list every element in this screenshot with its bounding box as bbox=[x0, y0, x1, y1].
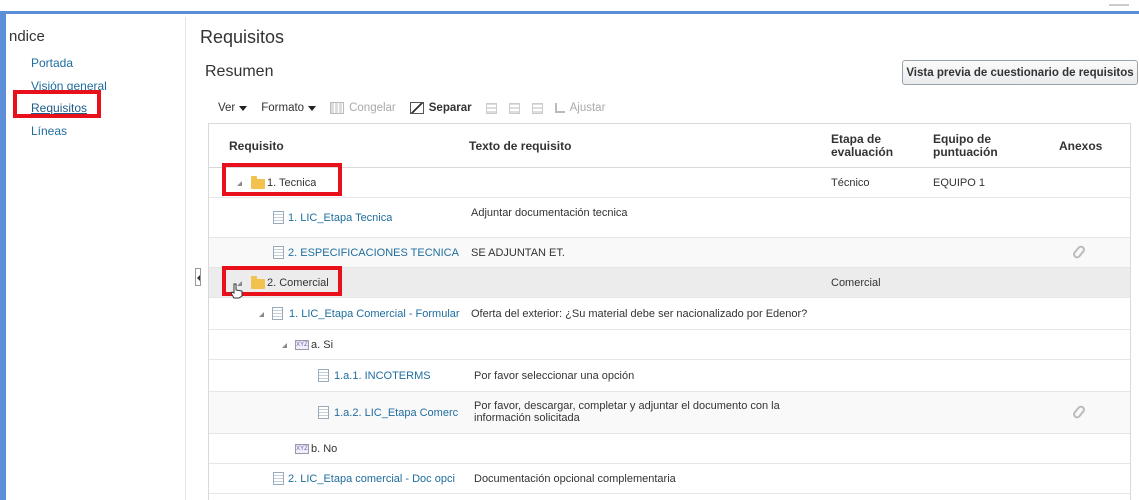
table-row[interactable]: XYZ a. Si bbox=[209, 330, 1130, 360]
index-title: ndice bbox=[9, 28, 45, 45]
row-texto-line2: información solicitada bbox=[474, 412, 580, 424]
sidebar-item-lineas[interactable]: Líneas bbox=[31, 124, 67, 138]
row-etapa: Comercial bbox=[831, 277, 881, 289]
chevron-down-icon bbox=[239, 105, 248, 111]
table-row[interactable]: 2. LIC_Etapa comercial - Doc opci Docume… bbox=[209, 464, 1130, 494]
option-xyz-icon: XYZ bbox=[295, 340, 309, 350]
chevron-down-icon bbox=[308, 105, 317, 111]
view-menu-label: Ver bbox=[218, 102, 236, 114]
collapse-triangle-icon[interactable] bbox=[282, 343, 287, 348]
row-requisito: a. Si bbox=[311, 339, 334, 351]
header-equipo-line2: puntuación bbox=[933, 145, 998, 159]
paperclip-icon[interactable] bbox=[1071, 404, 1087, 420]
document-icon bbox=[318, 406, 329, 419]
freeze-icon bbox=[330, 102, 345, 114]
collapse-triangle-icon[interactable] bbox=[259, 312, 264, 317]
wrap-button[interactable]: Ajustar bbox=[554, 102, 606, 114]
requirements-table: Requisito Texto de requisito Etapa de ev… bbox=[208, 123, 1131, 500]
row-texto: Documentación opcional complementaria bbox=[474, 473, 676, 485]
sidebar-divider bbox=[185, 17, 186, 500]
row-requisito-link[interactable]: 2. LIC_Etapa comercial - Doc opci bbox=[288, 473, 463, 485]
columns-icon[interactable] bbox=[485, 102, 497, 114]
table-row[interactable]: XYZ b. No bbox=[209, 434, 1130, 464]
window-corner-mark bbox=[1109, 4, 1129, 6]
document-icon bbox=[273, 472, 284, 485]
header-anexos[interactable]: Anexos bbox=[1059, 140, 1102, 153]
paperclip-icon[interactable] bbox=[1071, 244, 1087, 260]
hand-cursor-icon bbox=[230, 283, 243, 299]
table-row[interactable]: 1. LIC_Etapa Comercial - Formular Oferta… bbox=[209, 298, 1130, 330]
row-texto: SE ADJUNTAN ET. bbox=[471, 247, 565, 259]
page-title: Requisitos bbox=[200, 27, 285, 47]
section-title: Resumen bbox=[205, 63, 274, 80]
freeze-button[interactable]: Congelar bbox=[330, 102, 396, 114]
freeze-label: Congelar bbox=[349, 102, 396, 114]
preview-questionnaire-button[interactable]: Vista previa de cuestionario de requisit… bbox=[902, 60, 1138, 85]
document-icon bbox=[318, 369, 329, 382]
row-requisito-link[interactable]: 2. ESPECIFICACIONES TECNICA bbox=[288, 247, 463, 259]
row-texto: Por favor, descargar, completar y adjunt… bbox=[474, 400, 814, 424]
table-header: Requisito Texto de requisito Etapa de ev… bbox=[209, 124, 1130, 168]
sidebar-item-portada[interactable]: Portada bbox=[31, 56, 73, 70]
document-icon bbox=[272, 307, 283, 320]
wrap-label: Ajustar bbox=[569, 102, 606, 114]
detach-icon bbox=[409, 102, 424, 114]
row-requisito-link[interactable]: 1.a.1. INCOTERMS bbox=[334, 370, 431, 382]
table-row[interactable]: 2. ESPECIFICACIONES TECNICA SE ADJUNTAN … bbox=[209, 238, 1130, 268]
table-row[interactable]: 2. Comercial Comercial bbox=[209, 268, 1130, 298]
row-requisito: b. No bbox=[311, 443, 338, 455]
rows-icon[interactable] bbox=[508, 102, 520, 114]
row-texto: Oferta del exterior: ¿Su material debe s… bbox=[471, 308, 808, 320]
table-toolbar: Ver Formato Congelar Separar Ajustar bbox=[218, 99, 619, 117]
header-requisito[interactable]: Requisito bbox=[229, 140, 284, 153]
header-etapa-line2: evaluación bbox=[831, 145, 894, 159]
window-top-bar bbox=[0, 0, 1139, 14]
row-requisito-link[interactable]: 1. LIC_Etapa Comercial - Formular bbox=[289, 308, 461, 320]
table-row[interactable]: 1. Tecnica Técnico EQUIPO 1 bbox=[209, 168, 1130, 198]
option-xyz-icon: XYZ bbox=[295, 444, 309, 454]
header-etapa[interactable]: Etapa de evaluación bbox=[831, 133, 893, 159]
collapse-sidebar-handle[interactable] bbox=[195, 268, 201, 286]
highlight-box-requisitos bbox=[13, 90, 101, 118]
table-row[interactable]: 1. LIC_Etapa Tecnica Adjuntar documentac… bbox=[209, 198, 1130, 238]
header-equipo[interactable]: Equipo de puntuación bbox=[933, 133, 998, 159]
table-row[interactable]: 1.a.1. INCOTERMS Por favor seleccionar u… bbox=[209, 360, 1130, 392]
row-requisito-link[interactable]: 1. LIC_Etapa Tecnica bbox=[288, 212, 392, 224]
format-menu[interactable]: Formato bbox=[261, 102, 317, 114]
row-requisito-link[interactable]: 1.a.2. LIC_Etapa Comerc bbox=[334, 407, 462, 419]
expand-icon[interactable] bbox=[531, 102, 543, 114]
format-menu-label: Formato bbox=[261, 102, 305, 114]
document-icon bbox=[273, 211, 284, 224]
document-icon bbox=[273, 246, 284, 259]
view-menu[interactable]: Ver bbox=[218, 102, 248, 114]
row-texto: Adjuntar documentación tecnica bbox=[471, 207, 628, 219]
row-texto-line1: Por favor, descargar, completar y adjunt… bbox=[474, 400, 780, 412]
row-equipo: EQUIPO 1 bbox=[933, 177, 985, 189]
wrap-icon bbox=[554, 103, 565, 113]
row-etapa: Técnico bbox=[831, 177, 870, 189]
detach-label: Separar bbox=[428, 102, 472, 114]
header-texto[interactable]: Texto de requisito bbox=[469, 140, 571, 153]
row-texto: Por favor seleccionar una opción bbox=[474, 370, 635, 382]
table-row[interactable]: 1.a.2. LIC_Etapa Comerc Por favor, desca… bbox=[209, 392, 1130, 434]
highlight-box-tecnica bbox=[222, 163, 342, 196]
detach-button[interactable]: Separar bbox=[409, 102, 472, 114]
